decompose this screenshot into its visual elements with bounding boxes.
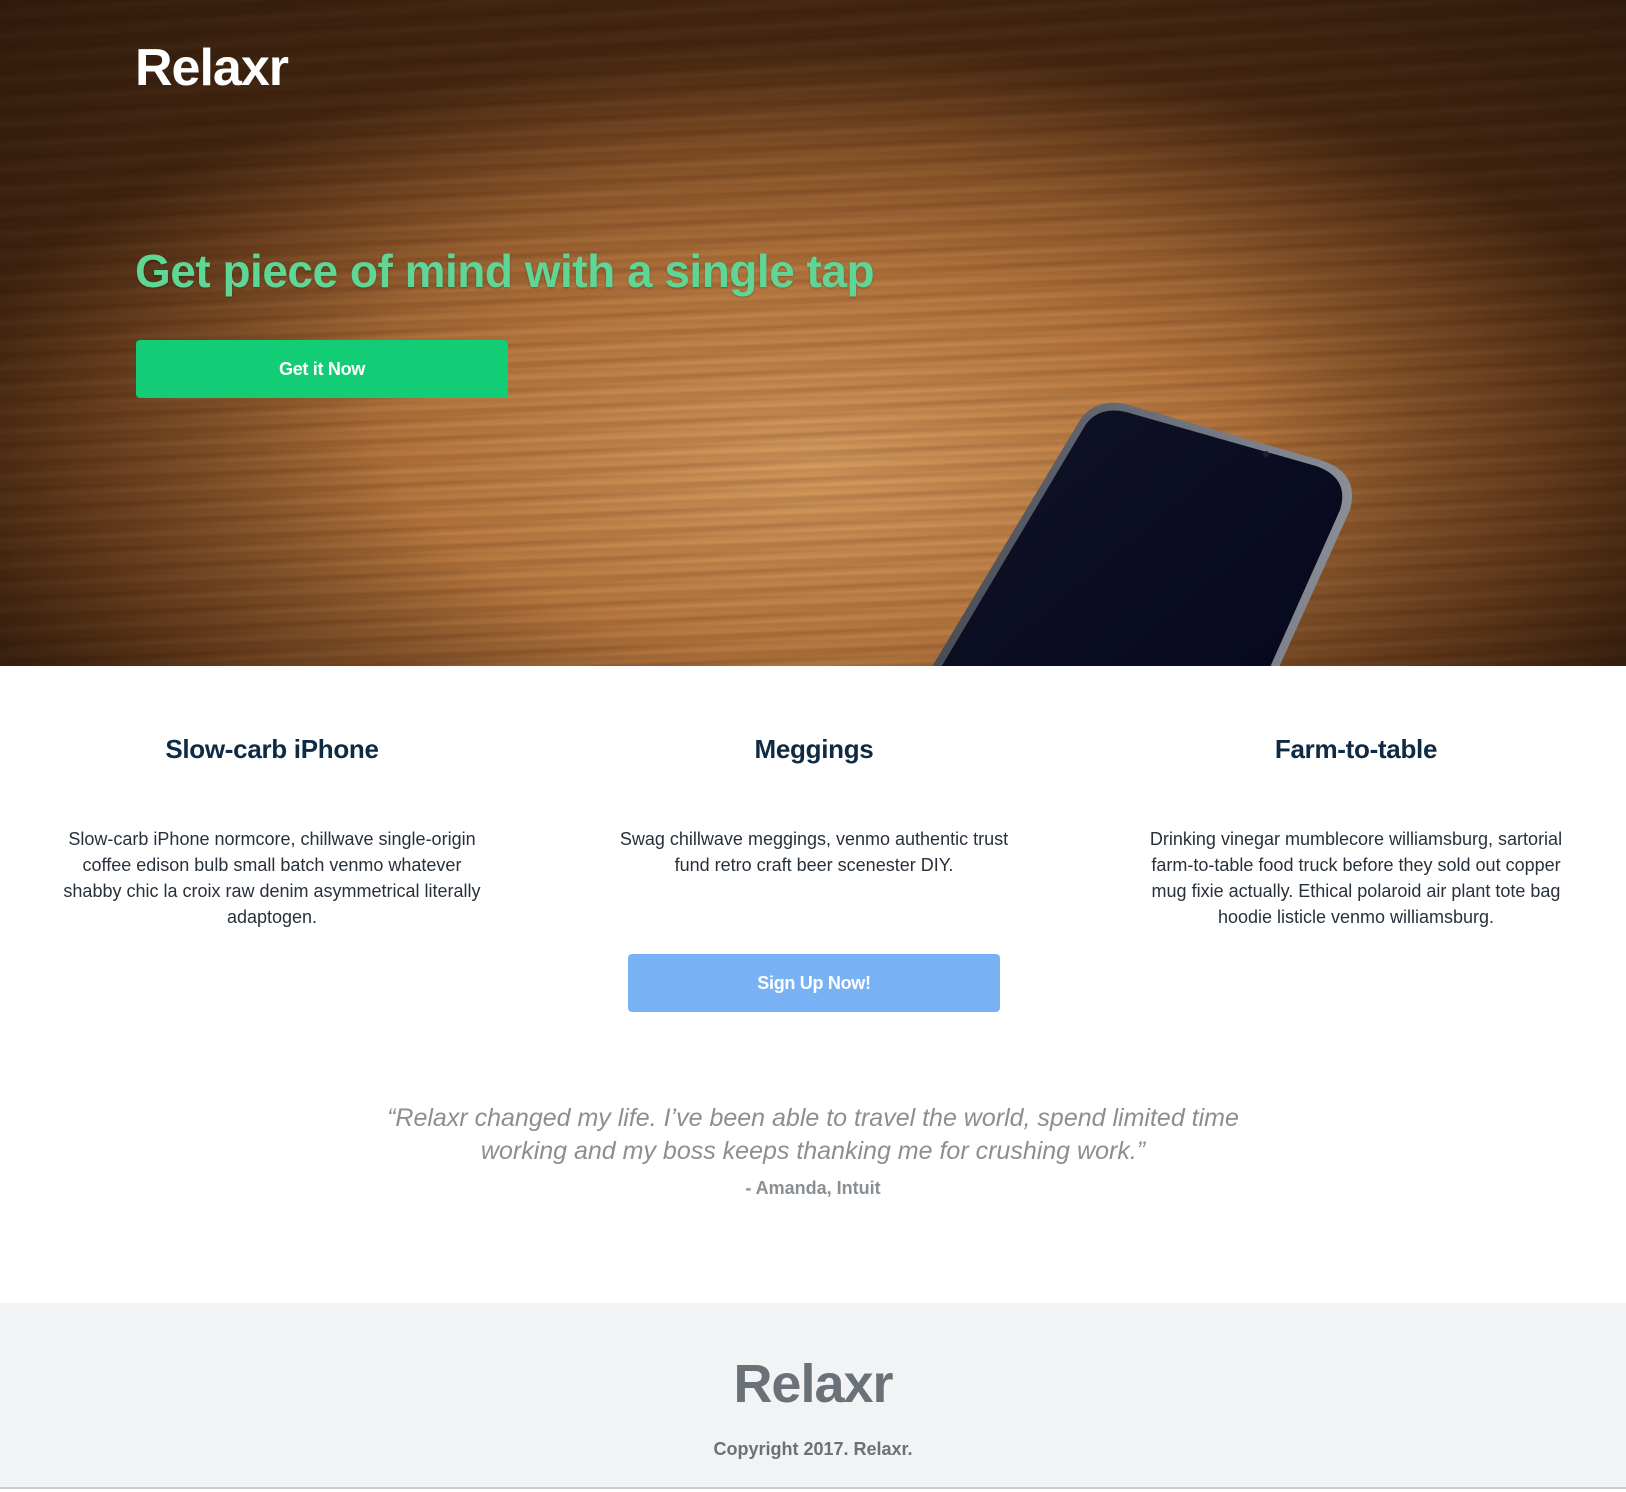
- smartphone-image: [932, 402, 1352, 666]
- hero-headline: Get piece of mind with a single tap: [135, 245, 875, 297]
- feature-description: Swag chillwave meggings, venmo authentic…: [619, 829, 1009, 875]
- sign-up-button[interactable]: Sign Up Now!: [628, 954, 1000, 1012]
- feature-description: Drinking vinegar mumblecore williamsburg…: [1149, 829, 1563, 927]
- features-section: Slow-carb iPhone Slow-carb iPhone normco…: [0, 666, 1626, 1306]
- testimonial-quote: “Relaxr changed my life. I’ve been able …: [387, 1104, 1239, 1165]
- testimonial: “Relaxr changed my life. I’ve been able …: [363, 1102, 1263, 1199]
- copyright-text: Copyright 2017. Relaxr.: [713, 1439, 913, 1459]
- feature-title: Slow-carb iPhone: [165, 734, 379, 764]
- testimonial-author: - Amanda, Intuit: [745, 1178, 881, 1198]
- hero-section: Relaxr Get piece of mind with a single t…: [0, 0, 1626, 666]
- feature-card: Slow-carb iPhone Slow-carb iPhone normco…: [62, 734, 482, 930]
- brand-logo[interactable]: Relaxr: [135, 38, 289, 98]
- footer-brand-logo[interactable]: Relaxr: [0, 1353, 1626, 1415]
- feature-card: Meggings Swag chillwave meggings, venmo …: [604, 734, 1024, 878]
- feature-card: Farm-to-table Drinking vinegar mumblecor…: [1146, 734, 1566, 930]
- get-it-now-button[interactable]: Get it Now: [136, 340, 508, 398]
- feature-description: Slow-carb iPhone normcore, chillwave sin…: [63, 829, 481, 927]
- feature-title: Meggings: [754, 734, 874, 764]
- feature-title: Farm-to-table: [1274, 734, 1438, 764]
- footer: Relaxr Copyright 2017. Relaxr.: [0, 1303, 1626, 1489]
